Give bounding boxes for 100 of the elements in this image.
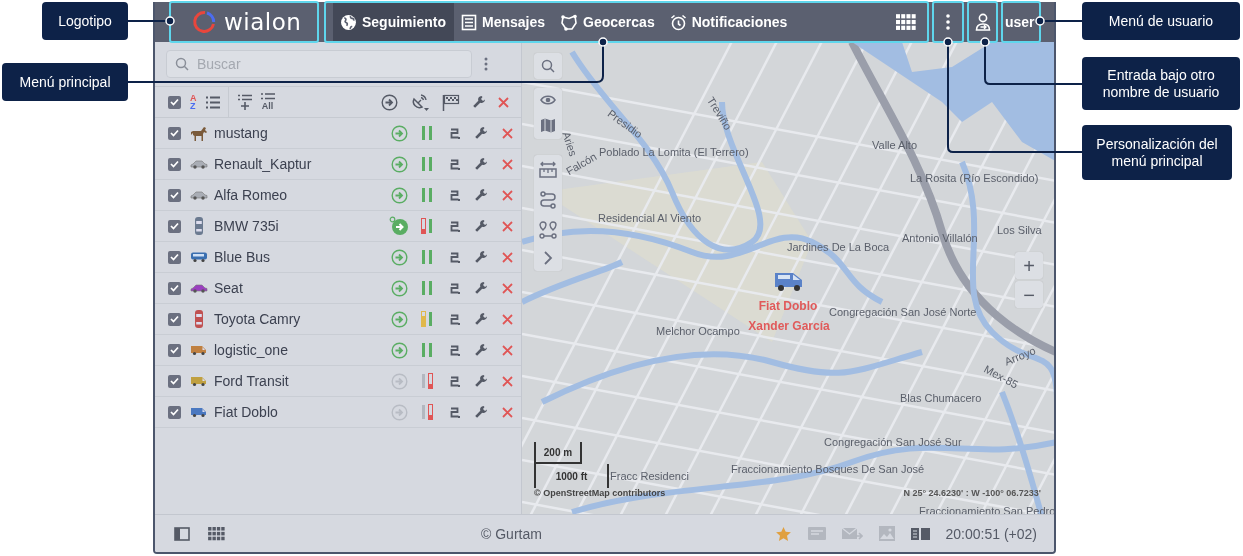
nav-tab[interactable]: Mensajes	[454, 2, 554, 42]
command-icon[interactable]	[449, 374, 461, 388]
wrench-icon[interactable]	[474, 157, 488, 171]
car-icon	[194, 309, 204, 329]
nav-tab[interactable]: Geocercas	[553, 2, 663, 42]
checkered-flag-icon[interactable]	[442, 93, 460, 111]
panel-toggle-icon[interactable]	[174, 526, 190, 541]
unit-name[interactable]: logistic_one	[214, 342, 288, 358]
delete-icon[interactable]	[501, 344, 513, 356]
status-bar	[428, 342, 433, 358]
user-menu[interactable]: user	[1002, 2, 1038, 42]
command-icon[interactable]	[449, 250, 461, 264]
arrow-circle-icon[interactable]	[381, 93, 398, 111]
unit-name[interactable]: Renault_Kaptur	[214, 156, 312, 172]
map-label: Antonio Villalón	[902, 231, 978, 245]
delete-icon[interactable]	[501, 220, 513, 232]
arrow-circle-icon[interactable]	[389, 216, 409, 236]
command-icon[interactable]	[449, 312, 461, 326]
car-icon	[190, 158, 208, 170]
zoom-out-button[interactable]: −	[1015, 281, 1043, 308]
delete-icon[interactable]	[501, 158, 513, 170]
unit-name[interactable]: Toyota Camry	[214, 311, 301, 327]
wrench-icon[interactable]	[472, 95, 486, 109]
list-icon[interactable]	[205, 95, 220, 109]
checkbox[interactable]	[168, 188, 181, 202]
wrench-icon[interactable]	[474, 374, 488, 388]
wrench-icon[interactable]	[474, 343, 488, 357]
checkbox[interactable]	[168, 405, 181, 419]
route-icon[interactable]	[539, 191, 557, 209]
more-icon[interactable]	[484, 57, 488, 71]
search-field[interactable]: Buscar	[166, 50, 472, 78]
checkbox[interactable]	[168, 219, 181, 233]
chevron-right-icon[interactable]	[543, 251, 553, 265]
callout-label: Menú principal	[2, 63, 128, 101]
apps-grid-icon[interactable]	[896, 13, 916, 31]
wrench-icon[interactable]	[474, 405, 488, 419]
delete-icon[interactable]	[501, 189, 513, 201]
satellite-icon[interactable]	[410, 92, 430, 112]
unit-name[interactable]: Blue Bus	[214, 249, 271, 265]
waypoints-icon[interactable]	[539, 221, 557, 239]
checkbox[interactable]	[168, 281, 181, 295]
unit-name[interactable]: Fiat Doblo	[214, 404, 278, 420]
wrench-icon[interactable]	[474, 188, 488, 202]
user-switch-icon[interactable]	[974, 13, 991, 31]
checkbox[interactable]	[168, 312, 181, 326]
checkbox[interactable]	[168, 374, 181, 388]
alarm-clock-icon	[669, 13, 687, 31]
map-label: Jardines De La Boca	[787, 240, 890, 254]
van-icon	[190, 406, 208, 418]
checkbox[interactable]	[168, 95, 181, 109]
logo[interactable]: wialon	[155, 2, 318, 42]
map-icon[interactable]	[540, 118, 556, 133]
delete-icon[interactable]	[501, 127, 513, 139]
delete-icon[interactable]	[498, 96, 509, 108]
map-label: Congregación San José Sur	[824, 435, 962, 449]
delete-icon[interactable]	[501, 375, 513, 387]
map-label: Los Silva	[997, 223, 1042, 237]
wrench-icon[interactable]	[474, 219, 488, 233]
wrench-icon[interactable]	[474, 250, 488, 264]
eye-icon[interactable]	[540, 94, 556, 106]
unit-name[interactable]: Seat	[214, 280, 243, 296]
status-bar	[421, 187, 426, 203]
checkbox[interactable]	[168, 343, 181, 357]
delete-icon[interactable]	[501, 313, 513, 325]
unit-name[interactable]: BMW 735i	[214, 218, 279, 234]
globe-icon	[340, 13, 357, 31]
unit-name[interactable]: Alfa Romeo	[214, 187, 288, 203]
book-icon[interactable]	[910, 526, 930, 541]
command-icon[interactable]	[449, 157, 461, 171]
more-icon[interactable]	[946, 14, 950, 30]
map-label: Valle Alto	[872, 138, 918, 152]
map-label: Poblado La Lomita (El Terrero)	[599, 145, 749, 159]
delete-icon[interactable]	[501, 282, 513, 294]
checkbox[interactable]	[168, 157, 181, 171]
wrench-icon[interactable]	[474, 281, 488, 295]
checkbox[interactable]	[168, 250, 181, 264]
command-icon[interactable]	[449, 405, 461, 419]
command-icon[interactable]	[449, 188, 461, 202]
document-icon	[461, 13, 477, 31]
search-icon[interactable]	[541, 59, 555, 73]
unit-name[interactable]: Ford Transit	[214, 373, 289, 389]
delete-icon[interactable]	[501, 251, 513, 263]
status-bar	[421, 218, 426, 234]
delete-icon[interactable]	[501, 406, 513, 418]
unit-name[interactable]: mustang	[214, 125, 268, 141]
checkbox[interactable]	[168, 126, 181, 140]
nav-tab[interactable]: Seguimiento	[333, 2, 454, 42]
ruler-icon[interactable]	[539, 161, 557, 179]
zoom-in-button[interactable]: +	[1015, 252, 1043, 279]
add-list-icon[interactable]	[237, 94, 252, 110]
command-icon[interactable]	[449, 343, 461, 357]
star-icon[interactable]	[774, 525, 792, 542]
command-icon[interactable]	[449, 281, 461, 295]
wrench-icon[interactable]	[474, 126, 488, 140]
command-icon[interactable]	[449, 126, 461, 140]
command-icon[interactable]	[449, 219, 461, 233]
apps-grid-icon[interactable]	[208, 526, 225, 541]
wrench-icon[interactable]	[474, 312, 488, 326]
nav-tab[interactable]: Notificaciones	[662, 2, 796, 42]
bus-icon	[190, 251, 208, 263]
